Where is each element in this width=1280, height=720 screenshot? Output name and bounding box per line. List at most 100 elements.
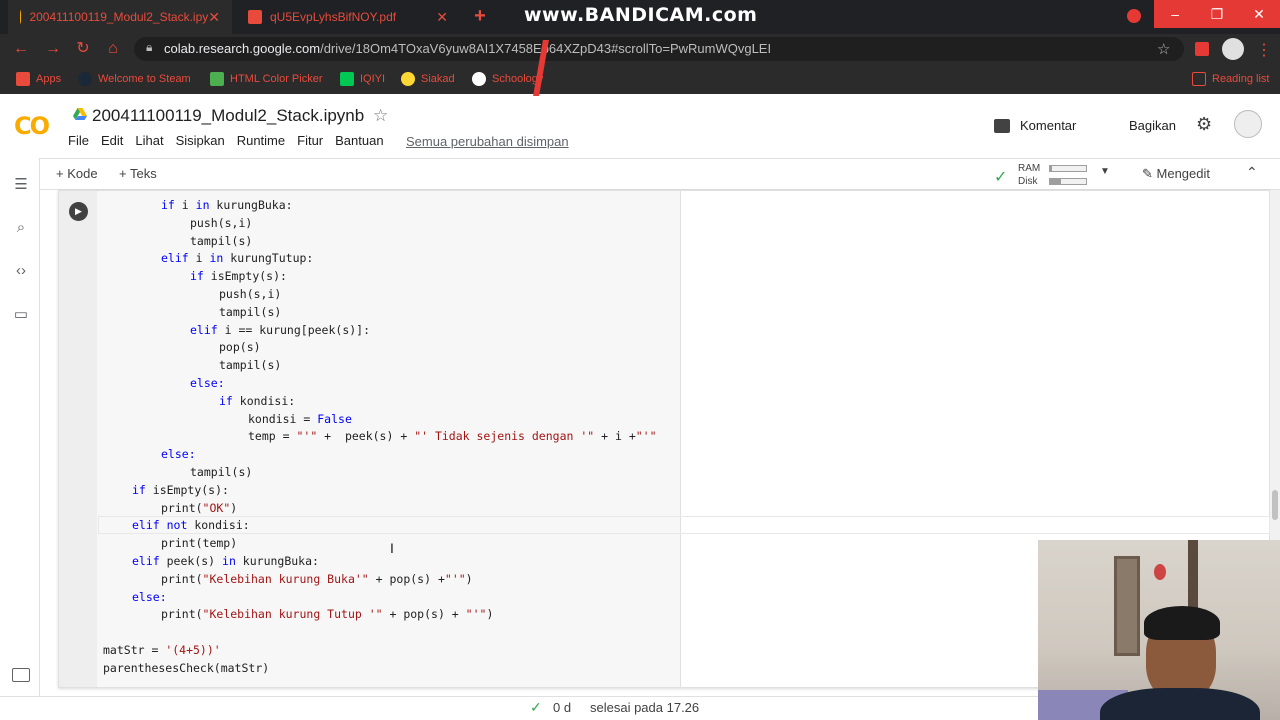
- search-icon[interactable]: ⌕: [12, 219, 30, 237]
- home-icon[interactable]: ⌂: [104, 40, 122, 58]
- scroll-thumb[interactable]: [1272, 490, 1278, 520]
- url-host: colab.research.google.com: [164, 41, 321, 56]
- code-line[interactable]: tampil(s): [190, 464, 252, 482]
- colab-logo[interactable]: CO: [14, 112, 50, 140]
- code-token: i: [181, 198, 196, 212]
- code-line[interactable]: else:: [190, 375, 225, 393]
- close-icon[interactable]: ✕: [436, 9, 448, 26]
- code-line[interactable]: kondisi = False: [248, 411, 352, 429]
- chevron-down-icon[interactable]: ▼: [1100, 166, 1110, 177]
- account-avatar[interactable]: [1234, 110, 1262, 138]
- code-line[interactable]: pop(s): [219, 339, 261, 357]
- code-token: tampil(s): [219, 304, 282, 319]
- code-line[interactable]: parenthesesCheck(matStr): [103, 660, 269, 678]
- code-line[interactable]: push(s,i): [190, 215, 252, 233]
- code-line[interactable]: print(temp): [161, 535, 237, 553]
- code-line[interactable]: if isEmpty(s):: [132, 482, 229, 500]
- code-line[interactable]: if kondisi:: [219, 393, 295, 411]
- tab-colab[interactable]: 200411100119_Modul2_Stack.ipy ✕: [8, 0, 232, 34]
- add-text-button[interactable]: + Teks: [119, 166, 157, 181]
- menu-insert[interactable]: Sisipkan: [176, 133, 225, 148]
- extension-icon[interactable]: [1195, 42, 1209, 56]
- code-token: else:: [190, 376, 225, 390]
- folder-icon[interactable]: ▭: [12, 306, 30, 324]
- bookmark-reading-list[interactable]: Reading list: [1192, 72, 1269, 86]
- comment-label: Komentar: [1020, 118, 1077, 133]
- chevron-up-icon[interactable]: ⌃: [1246, 164, 1258, 181]
- code-snippets-icon[interactable]: ‹›: [12, 262, 30, 280]
- mouse-ibeam-cursor: I: [390, 540, 394, 556]
- lock-icon[interactable]: 🔒︎: [146, 40, 152, 55]
- url-field[interactable]: colab.research.google.com/drive/18Om4TOx…: [134, 37, 1184, 61]
- menu-view[interactable]: Lihat: [135, 133, 163, 148]
- minimize-button[interactable]: –: [1154, 0, 1196, 28]
- code-line[interactable]: else:: [161, 446, 196, 464]
- bookmark-apps[interactable]: Apps: [16, 72, 61, 86]
- close-icon[interactable]: ✕: [208, 9, 220, 26]
- code-token: + i +: [594, 429, 636, 444]
- add-code-button[interactable]: + Kode: [56, 166, 98, 181]
- new-tab-button[interactable]: +: [470, 6, 490, 26]
- bookmark-schoology[interactable]: Schoology: [472, 72, 543, 86]
- run-cell-button[interactable]: ▶: [69, 202, 88, 221]
- profile-avatar[interactable]: [1222, 38, 1244, 60]
- maximize-button[interactable]: ❐: [1196, 0, 1238, 28]
- code-line[interactable]: else:: [132, 589, 167, 607]
- kebab-menu-icon[interactable]: ⋮: [1256, 40, 1272, 60]
- command-palette-icon[interactable]: [12, 668, 30, 682]
- code-token: elif: [190, 322, 225, 337]
- code-line[interactable]: tampil(s): [190, 233, 252, 251]
- menu-tools[interactable]: Fitur: [297, 133, 323, 148]
- close-window-button[interactable]: ✕: [1238, 0, 1280, 28]
- reload-icon[interactable]: ↻: [74, 40, 92, 58]
- bookmark-label: Welcome to Steam: [98, 73, 191, 85]
- code-line[interactable]: elif i == kurung[peek(s)]:: [190, 322, 370, 340]
- bookmark-iqiyi[interactable]: IQIYI: [340, 72, 385, 86]
- code-line[interactable]: temp = "'" + peek(s) + "' Tidak sejenis …: [248, 428, 657, 446]
- code-token: '(4+5))': [165, 643, 221, 657]
- code-line[interactable]: print("Kelebihan kurung Buka'" + pop(s) …: [161, 571, 473, 589]
- bookmark-color-picker[interactable]: HTML Color Picker: [210, 72, 323, 86]
- code-line[interactable]: tampil(s): [219, 304, 281, 322]
- bookmark-steam[interactable]: Welcome to Steam: [78, 72, 191, 86]
- tab-title: 200411100119_Modul2_Stack.ipy: [29, 10, 209, 24]
- menu-runtime[interactable]: Runtime: [237, 133, 285, 148]
- tab-title: qU5EvpLyhsBifNOY.pdf: [270, 10, 397, 24]
- code-token: tampil(s): [190, 465, 253, 479]
- bookmark-siakad[interactable]: Siakad: [401, 72, 455, 86]
- share-button[interactable]: Bagikan: [1129, 118, 1176, 133]
- code-line[interactable]: if isEmpty(s):: [190, 268, 287, 286]
- code-line[interactable]: elif i in kurungTutup:: [161, 250, 313, 268]
- notebook-toolbar: + Kode + Teks ✓ RAM Disk ✎ Mengedit ⌃: [0, 158, 1280, 190]
- code-line[interactable]: print("OK"): [161, 500, 237, 518]
- code-token: "' Tidak sejenis dengan '": [414, 429, 595, 444]
- code-line[interactable]: tampil(s): [219, 357, 281, 375]
- edit-mode-button[interactable]: ✎ Mengedit: [1142, 166, 1210, 182]
- save-status-link[interactable]: Semua perubahan disimpan: [406, 134, 569, 149]
- code-token: print(: [161, 500, 203, 515]
- code-editor[interactable]: if i in kurungBuka: push(s,i) tampil(s) eli…: [97, 191, 681, 687]
- code-line[interactable]: push(s,i): [219, 286, 281, 304]
- code-line[interactable]: if i in kurungBuka:: [161, 197, 293, 215]
- google-drive-icon: [73, 108, 87, 120]
- forward-icon[interactable]: →: [44, 40, 62, 58]
- code-token: kurungBuka:: [242, 554, 319, 568]
- code-token: elif: [161, 251, 196, 266]
- record-icon: [1127, 9, 1141, 23]
- gear-icon[interactable]: ⚙: [1196, 114, 1212, 135]
- menu-file[interactable]: File: [68, 133, 89, 148]
- bookmark-label: Siakad: [421, 73, 455, 85]
- code-line[interactable]: matStr = '(4+5))': [103, 642, 221, 660]
- table-of-contents-icon[interactable]: ☰: [12, 176, 30, 194]
- comment-button[interactable]: Komentar: [994, 118, 1076, 133]
- notebook-title[interactable]: 200411100119_Modul2_Stack.ipynb: [92, 106, 364, 126]
- back-icon[interactable]: ←: [12, 40, 30, 58]
- code-line[interactable]: elif peek(s) in kurungBuka:: [132, 553, 319, 571]
- tab-pdf[interactable]: qU5EvpLyhsBifNOY.pdf ✕: [236, 0, 460, 34]
- menu-help[interactable]: Bantuan: [335, 133, 383, 148]
- menu-edit[interactable]: Edit: [101, 133, 123, 148]
- code-line[interactable]: print("Kelebihan kurung Tutup '" + pop(s…: [161, 606, 493, 624]
- star-icon[interactable]: ☆: [373, 106, 388, 126]
- execution-finished-time[interactable]: selesai pada 17.26: [590, 700, 699, 715]
- bookmark-star-icon[interactable]: ☆: [1157, 40, 1170, 58]
